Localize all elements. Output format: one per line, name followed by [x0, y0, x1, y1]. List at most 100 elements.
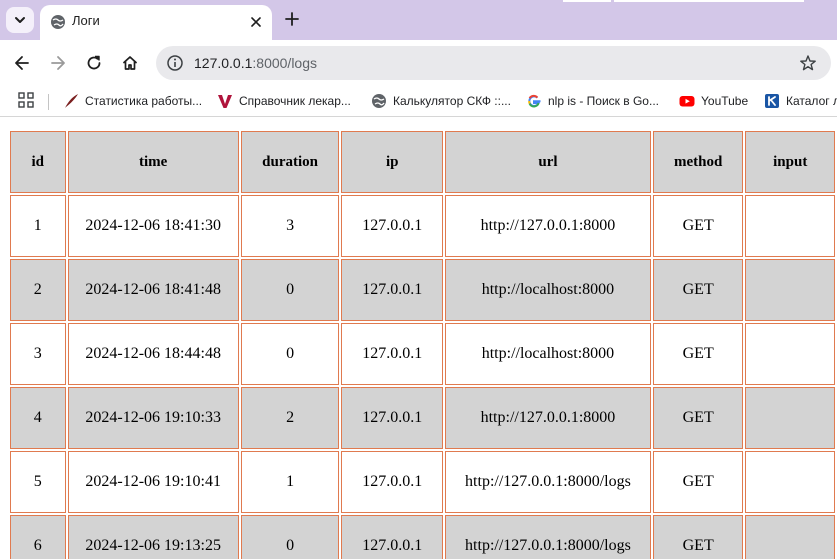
table-row: 2 2024-12-06 18:41:48 0 127.0.0.1 http:/… [10, 259, 835, 321]
bookmark-star-icon[interactable] [799, 54, 817, 72]
cell-method: GET [652, 451, 744, 513]
cell-id: 5 [10, 451, 66, 513]
forward-icon[interactable] [49, 54, 67, 72]
cell-url: http://localhost:8000 [445, 323, 651, 385]
url-text[interactable]: 127.0.0.1:8000/logs [194, 55, 317, 71]
cell-duration: 2 [240, 387, 340, 449]
cell-input [745, 387, 835, 449]
column-header-time: time [67, 131, 239, 193]
browser-toolbar: 127.0.0.1:8000/logs [0, 40, 837, 86]
table-row: 3 2024-12-06 18:44:48 0 127.0.0.1 http:/… [10, 323, 835, 385]
bookmark-label: Каталог л [786, 94, 837, 108]
column-header-id: id [10, 131, 66, 193]
cell-url: http://127.0.0.1:8000 [445, 195, 651, 257]
cell-url: http://127.0.0.1:8000/logs [445, 451, 651, 513]
cell-input [745, 323, 835, 385]
bookmarks-bar: Статистика работы... Справочник лекар...… [0, 86, 837, 117]
logs-table: id time duration ip url method input 1 2… [8, 129, 837, 559]
cell-id: 6 [10, 515, 66, 559]
table-row: 6 2024-12-06 19:13:25 0 127.0.0.1 http:/… [10, 515, 835, 559]
tab-search-button[interactable] [6, 7, 34, 33]
cell-ip: 127.0.0.1 [341, 515, 444, 559]
globe-icon [51, 15, 65, 29]
cell-id: 3 [10, 323, 66, 385]
back-icon[interactable] [13, 54, 31, 72]
cell-url: http://127.0.0.1:8000/logs [445, 515, 651, 559]
url-host: 127.0.0.1 [194, 55, 253, 71]
column-header-url: url [445, 131, 651, 193]
cell-time: 2024-12-06 18:41:48 [67, 259, 239, 321]
home-icon[interactable] [121, 54, 139, 72]
cell-ip: 127.0.0.1 [341, 195, 444, 257]
bookmark-item[interactable]: Каталог л [764, 91, 837, 111]
column-header-input: input [745, 131, 835, 193]
column-header-duration: duration [240, 131, 340, 193]
cell-duration: 1 [240, 451, 340, 513]
cell-id: 1 [10, 195, 66, 257]
cell-method: GET [652, 323, 744, 385]
bookmark-item[interactable]: Калькулятор СКФ ::... [371, 91, 511, 111]
table-row: 5 2024-12-06 19:10:41 1 127.0.0.1 http:/… [10, 451, 835, 513]
cell-method: GET [652, 515, 744, 559]
tab-title: Логи [72, 13, 100, 28]
tab-strip: Логи [0, 0, 837, 40]
table-row: 1 2024-12-06 18:41:30 3 127.0.0.1 http:/… [10, 195, 835, 257]
cell-method: GET [652, 387, 744, 449]
bookmark-label: YouTube [701, 94, 749, 108]
bookmark-label: Статистика работы... [85, 94, 203, 108]
cell-time: 2024-12-06 19:10:41 [67, 451, 239, 513]
globe-icon [372, 94, 386, 108]
close-icon[interactable] [248, 14, 264, 30]
v-logo-icon [218, 95, 232, 108]
cell-duration: 3 [240, 195, 340, 257]
bookmark-item[interactable]: Статистика работы... [63, 91, 202, 111]
tab-active[interactable]: Логи [40, 5, 272, 40]
table-row: 4 2024-12-06 19:10:33 2 127.0.0.1 http:/… [10, 387, 835, 449]
cell-ip: 127.0.0.1 [341, 387, 444, 449]
google-icon [528, 94, 541, 108]
url-path: :8000/logs [252, 55, 317, 71]
cell-input [745, 195, 835, 257]
site-info-icon[interactable] [166, 54, 184, 72]
bookmark-label: Справочник лекар... [239, 94, 351, 108]
page-content: id time duration ip url method input 1 2… [8, 129, 837, 559]
new-tab-icon[interactable] [284, 11, 300, 27]
cell-ip: 127.0.0.1 [341, 451, 444, 513]
cell-time: 2024-12-06 18:41:30 [67, 195, 239, 257]
cell-id: 4 [10, 387, 66, 449]
feather-icon [65, 94, 78, 108]
cell-method: GET [652, 195, 744, 257]
cell-input [745, 259, 835, 321]
bookmark-item[interactable]: YouTube [679, 91, 748, 111]
reload-icon[interactable] [85, 54, 103, 72]
column-header-ip: ip [341, 131, 444, 193]
bookmark-label: nlp is - Поиск в Go... [548, 94, 659, 108]
table-header-row: id time duration ip url method input [10, 131, 835, 193]
catalog-icon [765, 94, 779, 108]
bookmark-label: Калькулятор СКФ ::... [393, 94, 511, 108]
cell-id: 2 [10, 259, 66, 321]
youtube-icon [679, 96, 695, 107]
cell-url: http://127.0.0.1:8000 [445, 387, 651, 449]
bookmark-item[interactable]: nlp is - Поиск в Go... [526, 91, 659, 111]
apps-grid-icon[interactable] [18, 92, 34, 108]
bookmark-item[interactable]: Справочник лекар... [217, 91, 351, 111]
cell-time: 2024-12-06 19:13:25 [67, 515, 239, 559]
cell-method: GET [652, 259, 744, 321]
cell-time: 2024-12-06 19:10:33 [67, 387, 239, 449]
cell-duration: 0 [240, 259, 340, 321]
strip-accent [614, 0, 804, 2]
cell-duration: 0 [240, 515, 340, 559]
cell-time: 2024-12-06 18:44:48 [67, 323, 239, 385]
bookmarks-separator [48, 94, 49, 110]
cell-input [745, 451, 835, 513]
column-header-method: method [652, 131, 744, 193]
cell-input [745, 515, 835, 559]
chevron-down-icon [15, 17, 25, 23]
cell-ip: 127.0.0.1 [341, 259, 444, 321]
cell-url: http://localhost:8000 [445, 259, 651, 321]
cell-duration: 0 [240, 323, 340, 385]
strip-accent [563, 0, 611, 2]
address-bar[interactable]: 127.0.0.1:8000/logs [156, 46, 831, 80]
cell-ip: 127.0.0.1 [341, 323, 444, 385]
